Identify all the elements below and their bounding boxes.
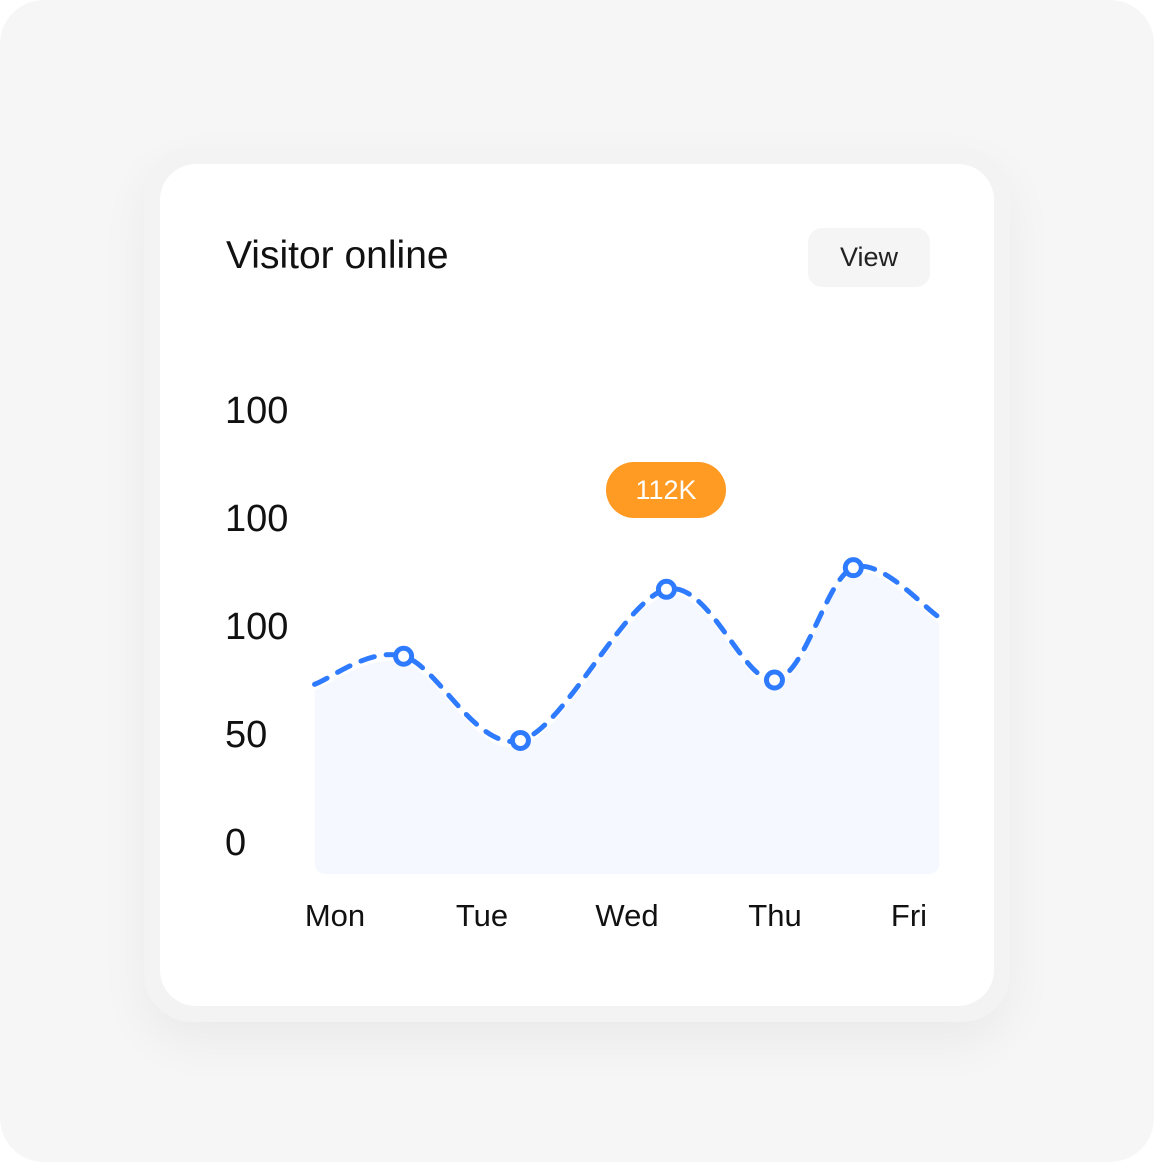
area-fill [314,572,940,874]
data-point[interactable] [842,557,864,579]
data-point[interactable] [655,578,677,600]
chart-plot [312,557,942,874]
value-tooltip: 112K [606,462,726,518]
data-point[interactable] [509,729,531,751]
data-point[interactable] [393,645,415,667]
data-point[interactable] [763,669,785,691]
